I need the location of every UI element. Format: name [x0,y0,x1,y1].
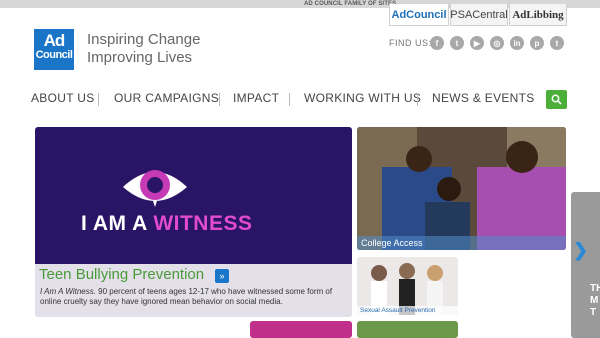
nav-about-us[interactable]: ABOUT US [31,91,95,105]
carousel-next-icon[interactable]: ❯ [573,240,588,261]
facebook-icon[interactable]: f [430,36,444,50]
family-label: AD COUNCIL FAMILY OF SITES [304,1,397,7]
nav-news-events[interactable]: NEWS & EVENTS [432,91,535,105]
tumblr-icon[interactable]: t [550,36,564,50]
logo-line-2: Council [35,49,73,61]
hero-image-text-1: I AM A [81,212,154,235]
tile-label-college-access: College Access [357,236,566,250]
site-tab-psacentral[interactable]: PSACentral [450,4,508,26]
eye-icon [123,170,187,207]
hero-description: I Am A Witness. 90 percent of teens ages… [40,287,346,307]
ad-council-logo[interactable]: Ad Council [34,29,74,70]
hero-arrow-icon[interactable]: » [215,269,229,283]
twitter-icon[interactable]: t [450,36,464,50]
nav-divider [98,93,99,106]
site-tab-adlibbing[interactable]: AdLibbing [509,4,567,26]
hero-image: I AM A WITNESS [35,127,352,264]
linkedin-icon[interactable]: in [510,36,524,50]
side-tile-text: TH M T [590,283,600,318]
college-photo [357,127,566,250]
hero-image-text: I AM A WITNESS [81,212,253,236]
pinterest-icon[interactable]: p [530,36,544,50]
nav-our-campaigns[interactable]: OUR CAMPAIGNS [114,91,219,105]
tile-college-access[interactable]: College Access [357,127,566,250]
hero-feature[interactable]: I AM A WITNESS Teen Bullying Prevention … [35,127,352,317]
logo-line-1: Ad [43,31,66,50]
tile-sexual-assault-prevention[interactable]: Sexual Assault Prevention [357,257,458,315]
nav-working-with-us[interactable]: WORKING WITH US [304,91,421,105]
site-tab-adcouncil[interactable]: AdCouncil [389,4,449,26]
search-icon [551,94,562,105]
tagline: Inspiring Change Improving Lives [87,31,200,67]
tagline-line-1: Inspiring Change [87,31,201,48]
tile-campaign-pink[interactable] [250,321,352,338]
tile-label-sexual-assault-prevention: Sexual Assault Prevention [357,306,458,315]
find-us-label: FIND US: [389,38,432,48]
youtube-icon[interactable]: ▶ [470,36,484,50]
nav-divider [219,93,220,106]
hero-desc-campaign: I Am A Witness. [40,287,96,296]
nav-divider [417,93,418,106]
instagram-icon[interactable]: ◎ [490,36,504,50]
hero-image-text-2: WITNESS [153,212,253,235]
nav-divider [289,93,290,106]
tagline-line-2: Improving Lives [87,49,193,66]
search-button[interactable] [546,90,567,109]
tile-campaign-green[interactable] [357,321,458,338]
hero-title[interactable]: Teen Bullying Prevention [39,266,204,283]
nav-impact[interactable]: IMPACT [233,91,279,105]
